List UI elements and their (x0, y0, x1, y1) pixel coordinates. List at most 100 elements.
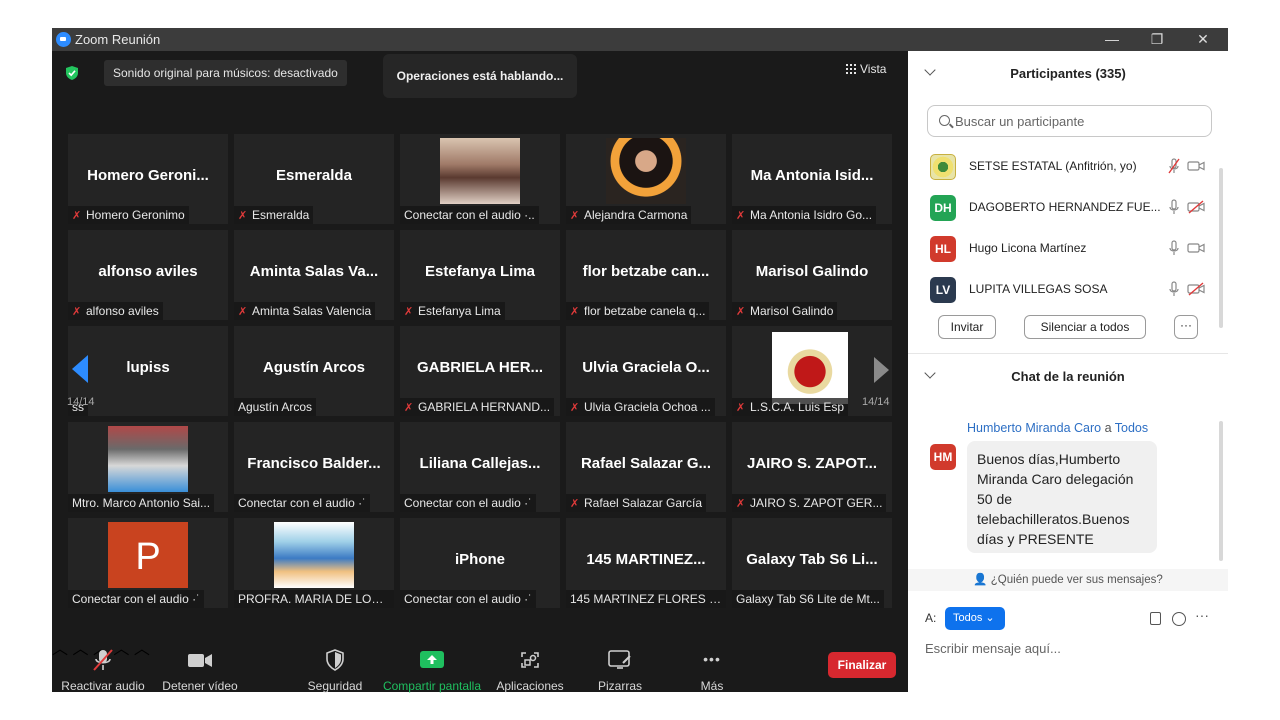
video-tile[interactable]: Francisco Balder... Conectar con el audio… (234, 422, 394, 512)
participant-row[interactable]: HL Hugo Licona Martínez (908, 228, 1218, 269)
participants-scrollbar[interactable] (1219, 168, 1223, 328)
participant-name: Mtro. Marco Antonio Sai... (72, 496, 211, 510)
video-tile[interactable]: ✗ Alejandra Carmona (566, 134, 726, 224)
participant-name-label: PROFRA. MARIA DE LOS ... (234, 590, 394, 608)
video-tile[interactable]: GABRIELA HER... ✗ GABRIELA HERNAND... (400, 326, 560, 416)
participant-name: Aminta Salas Valencia (252, 304, 372, 318)
participant-name-label: Conectar con el audio ·˙ (400, 590, 537, 608)
video-tile[interactable]: Liliana Callejas... Conectar con el audio… (400, 422, 560, 512)
active-speaker-indicator: Operaciones está hablando... (383, 54, 577, 98)
camera-icon[interactable] (1187, 241, 1205, 255)
recipient-dropdown[interactable]: Todos ⌄ (945, 607, 1005, 630)
video-tile[interactable]: P Conectar con el audio ·˙ (68, 518, 228, 608)
chat-more-icon[interactable]: ··· (1195, 607, 1209, 623)
video-tile[interactable]: JAIRO S. ZAPOT... ✗ JAIRO S. ZAPOT GER... (732, 422, 892, 512)
unmute-button[interactable]: Reactivar audio (58, 635, 148, 693)
apps-button[interactable]: Aplicaciones (490, 635, 570, 693)
video-tile[interactable]: PROFRA. MARIA DE LOS ... (234, 518, 394, 608)
participant-display-name: Aminta Salas Va... (249, 263, 379, 280)
participant-name-label: ✗ Ulvia Graciela Ochoa ... (566, 398, 715, 416)
cartoon-family (274, 522, 354, 588)
video-tile[interactable]: 145 MARTINEZ... 145 MARTINEZ FLORES F... (566, 518, 726, 608)
participants-title: Participantes (335) (1010, 66, 1126, 81)
video-tile[interactable]: Estefanya Lima ✗ Estefanya Lima (400, 230, 560, 320)
participant-display-name: Marisol Galindo (755, 263, 869, 280)
whiteboards-label: Pizarras (597, 679, 642, 693)
search-icon (939, 115, 950, 126)
original-sound-button[interactable]: Sonido original para músicos: desactivad… (104, 60, 347, 86)
view-button[interactable]: Vista (846, 57, 886, 81)
invite-button[interactable]: Invitar (938, 315, 996, 339)
video-tile[interactable]: Aminta Salas Va... ✗ Aminta Salas Valencia (234, 230, 394, 320)
video-tile[interactable]: Conectar con el audio ·.. (400, 134, 560, 224)
chat-header: Chat de la reunión (908, 354, 1228, 396)
emoji-icon[interactable] (1172, 612, 1186, 626)
video-tile[interactable]: Ma Antonia Isid... ✗ Ma Antonia Isidro Go.… (732, 134, 892, 224)
video-tile[interactable]: Agustín Arcos Agustín Arcos (234, 326, 394, 416)
video-tile[interactable]: Ulvia Graciela O... ✗ Ulvia Graciela Ochoa… (566, 326, 726, 416)
chat-message-input[interactable] (925, 637, 1215, 659)
video-tile[interactable]: Homero Geroni... ✗ Homero Geronimo (68, 134, 228, 224)
security-button[interactable]: Seguridad (295, 635, 375, 693)
previous-page-arrow-icon[interactable] (72, 355, 88, 383)
video-tile[interactable]: alfonso aviles ✗ alfonso aviles (68, 230, 228, 320)
mic-icon[interactable] (1168, 240, 1180, 256)
next-page-arrow-icon[interactable] (874, 357, 889, 383)
video-tile[interactable]: Esmeralda ✗ Esmeralda (234, 134, 394, 224)
who-can-see-messages-link[interactable]: 👤 ¿Quién puede ver sus mensajes? (908, 569, 1228, 591)
minimize-button[interactable]: — (1097, 29, 1127, 49)
meeting-toolbar: Reactivar audio ︿ Detener vídeo ︿ Seguri… (52, 635, 908, 693)
muted-mic-icon[interactable] (1168, 158, 1180, 174)
avatar: HM (930, 444, 956, 470)
camera-off-icon[interactable] (1187, 282, 1205, 296)
mute-all-button[interactable]: Silenciar a todos (1024, 315, 1146, 339)
stop-video-label: Detener vídeo (162, 679, 238, 693)
mic-icon[interactable] (1168, 281, 1180, 297)
participant-display-name: 145 MARTINEZ... (586, 551, 706, 568)
video-tile[interactable]: Rafael Salazar G... ✗ Rafael Salazar Garcí… (566, 422, 726, 512)
participant-name: Estefanya Lima (418, 304, 501, 318)
video-tile[interactable]: Galaxy Tab S6 Li... Galaxy Tab S6 Lite de… (732, 518, 892, 608)
camera-off-icon[interactable] (1187, 200, 1205, 214)
camera-icon[interactable] (1187, 159, 1205, 173)
participant-name-label: ✗ JAIRO S. ZAPOT GER... (732, 494, 887, 512)
participant-display-name: JAIRO S. ZAPOT... (746, 455, 878, 472)
share-screen-button[interactable]: Compartir pantalla (382, 635, 482, 693)
mic-icon[interactable] (1168, 199, 1180, 215)
muted-mic-icon: ✗ (736, 402, 746, 414)
participant-row[interactable]: DH DAGOBERTO HERNANDEZ FUE... (908, 187, 1218, 228)
video-tile[interactable]: flor betzabe can... ✗ flor betzabe canela … (566, 230, 726, 320)
powerpoint-icon: P (108, 522, 188, 588)
participant-name: SETSE ESTATAL (Anfitrión, yo) (969, 159, 1137, 173)
powerpoint-letter: P (135, 536, 161, 578)
participant-row[interactable]: LV LUPITA VILLEGAS SOSA (908, 269, 1218, 310)
close-button[interactable]: ✕ (1188, 29, 1218, 49)
more-button[interactable]: ••• Más (677, 635, 747, 693)
video-tile[interactable]: Marisol Galindo ✗ Marisol Galindo (732, 230, 892, 320)
participant-name-label: Galaxy Tab S6 Lite de Mt... (732, 590, 884, 608)
participants-more-button[interactable]: ··· (1174, 315, 1198, 339)
restore-button[interactable]: ❐ (1142, 29, 1172, 49)
chat-scrollbar[interactable] (1219, 421, 1223, 561)
whiteboards-button[interactable]: Pizarras (580, 635, 660, 693)
chat-title: Chat de la reunión (1011, 369, 1125, 384)
chat-sender[interactable]: Humberto Miranda Caro (967, 421, 1101, 435)
participant-search-box[interactable] (927, 105, 1212, 137)
participant-display-name: GABRIELA HER... (416, 359, 544, 376)
stop-video-button[interactable]: Detener vídeo (155, 635, 245, 693)
side-panel: Participantes (335) SETSE ESTATAL (Anfit… (908, 51, 1228, 692)
participant-name-label: ✗ Estefanya Lima (400, 302, 505, 320)
muted-mic-icon: ✗ (238, 306, 248, 318)
video-tile[interactable]: iPhone Conectar con el audio ·˙ (400, 518, 560, 608)
share-screen-label: Compartir pantalla (382, 679, 482, 693)
video-tile[interactable]: Mtro. Marco Antonio Sai... (68, 422, 228, 512)
participant-name: L.S.C.A. Luis Esp (750, 400, 845, 414)
avatar: LV (930, 277, 956, 303)
end-meeting-button[interactable]: Finalizar (828, 652, 896, 678)
group-photo (108, 426, 188, 492)
participant-search-input[interactable] (955, 110, 1205, 132)
file-icon[interactable] (1150, 612, 1161, 625)
participant-row[interactable]: SETSE ESTATAL (Anfitrión, yo) (908, 146, 1218, 187)
participant-name-label: ✗ Esmeralda (234, 206, 314, 224)
participant-name: Galaxy Tab S6 Lite de Mt... (736, 592, 880, 606)
